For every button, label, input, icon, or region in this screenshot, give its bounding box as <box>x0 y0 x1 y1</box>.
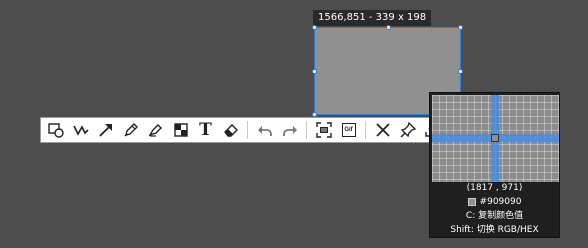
close-icon <box>375 123 390 137</box>
color-hex-value: #909090 <box>479 197 522 207</box>
resize-handle-left[interactable] <box>312 69 317 74</box>
undo-icon <box>257 126 272 136</box>
gif-icon: Gif <box>341 123 356 137</box>
switch-format-hint: Shift: 切换 RGB/HEX <box>450 225 539 235</box>
polyline-icon <box>72 125 89 136</box>
toolbar-divider <box>365 121 366 139</box>
marker-icon <box>147 124 162 137</box>
redo-icon <box>282 126 297 136</box>
pencil-icon <box>124 123 138 137</box>
arrow-tool[interactable] <box>93 118 118 142</box>
scan-icon <box>315 122 332 138</box>
color-swatch <box>467 197 476 206</box>
toolbar-divider <box>247 121 248 139</box>
ocr-button[interactable] <box>311 118 336 142</box>
pin-icon <box>400 121 416 138</box>
text-tool[interactable]: T <box>193 118 218 142</box>
mosaic-tool[interactable] <box>168 118 193 142</box>
resize-handle-top[interactable] <box>386 25 391 30</box>
text-icon: T <box>199 120 212 140</box>
pin-button[interactable] <box>395 118 420 142</box>
cursor-coordinates: (1817 , 971) <box>466 183 523 193</box>
gif-label: Gif <box>344 127 353 133</box>
cancel-button[interactable] <box>370 118 395 142</box>
mosaic-icon <box>173 123 188 137</box>
selection-size-label: 1566,851 - 339 x 198 <box>313 10 432 26</box>
crosshair-center-pixel <box>491 134 499 142</box>
shape-icon <box>47 123 64 138</box>
eraser-tool[interactable] <box>218 118 243 142</box>
shape-tool[interactable] <box>43 118 68 142</box>
copy-color-hint: C: 复制颜色值 <box>465 211 524 221</box>
highlighter-tool[interactable] <box>143 118 168 142</box>
undo-button[interactable] <box>252 118 277 142</box>
gif-button[interactable]: Gif <box>336 118 361 142</box>
polyline-tool[interactable] <box>68 118 93 142</box>
color-picker-magnifier: (1817 , 971) #909090 C: 复制颜色值 Shift: 切换 … <box>429 92 560 238</box>
resize-handle-top-right[interactable] <box>458 25 463 30</box>
annotation-toolbar: T Gif <box>40 117 441 143</box>
toolbar-divider <box>306 121 307 139</box>
zoomed-pixel-grid <box>432 95 559 182</box>
redo-button[interactable] <box>277 118 302 142</box>
eraser-icon <box>223 124 238 137</box>
arrow-icon <box>98 124 112 137</box>
color-value-row: #909090 <box>430 196 559 208</box>
resize-handle-top-left[interactable] <box>312 25 317 30</box>
pen-tool[interactable] <box>118 118 143 142</box>
resize-handle-right[interactable] <box>458 69 463 74</box>
